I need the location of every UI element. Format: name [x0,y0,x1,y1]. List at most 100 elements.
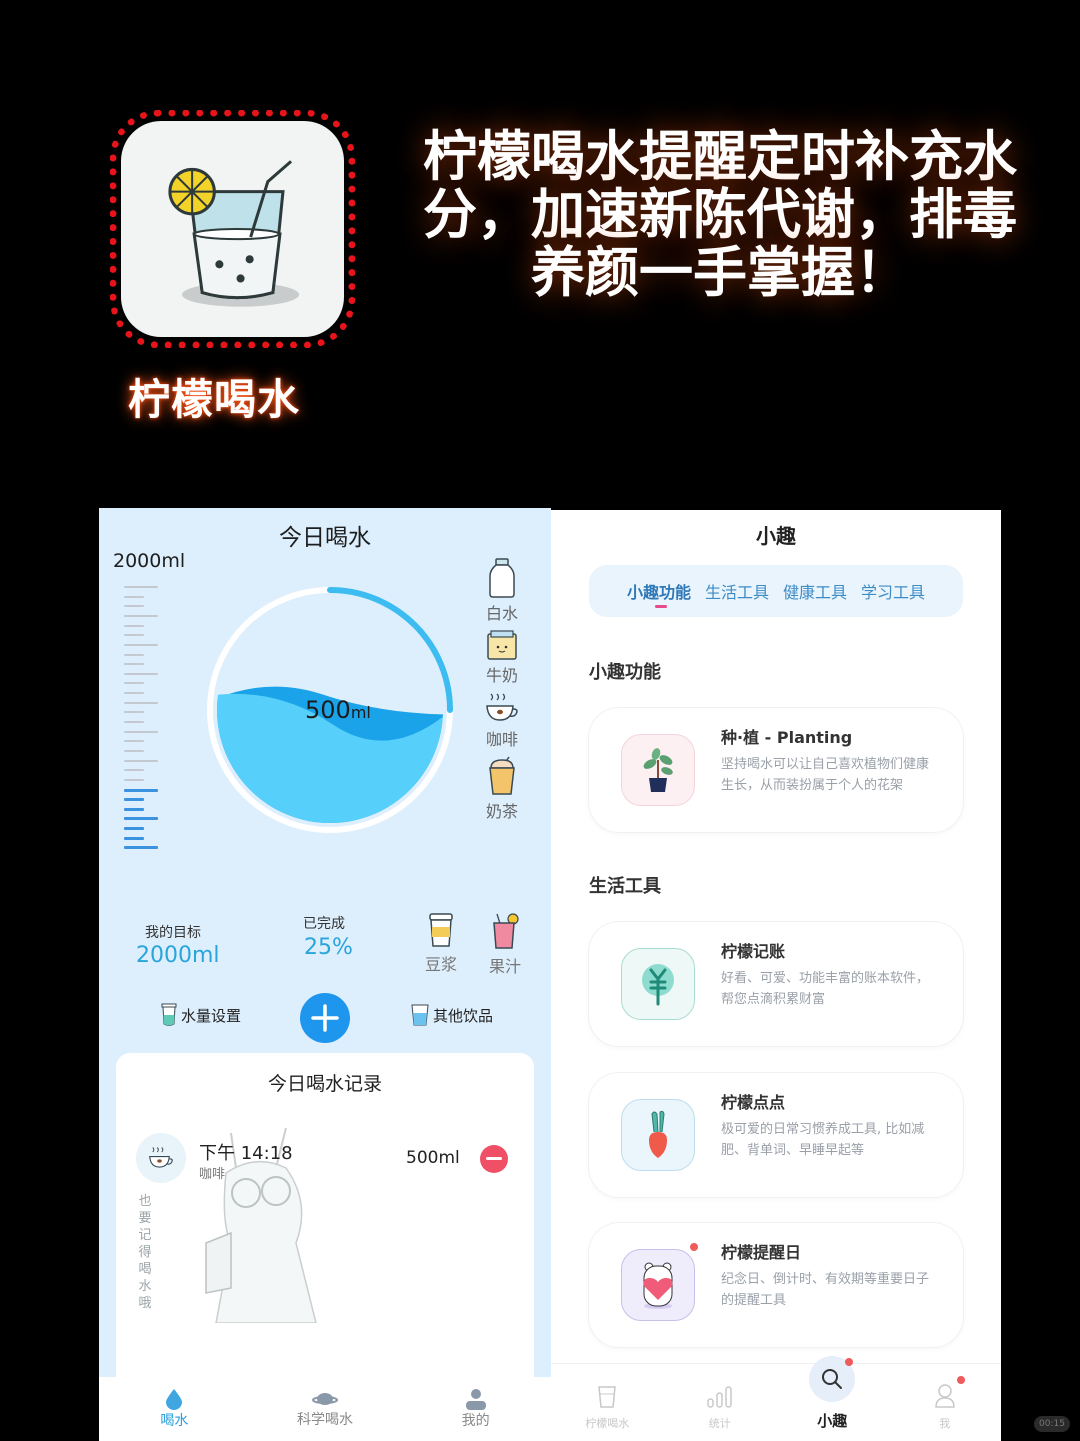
water-setting-label: 水量设置 [181,1006,242,1025]
card-thumb [621,948,695,1020]
nav-lemon-water[interactable]: 柠檬喝水 [551,1364,664,1441]
today-record-card: 今日喝水记录 下午 14:18 咖啡 500ml 也要记得喝水哦 [116,1053,534,1393]
card-planting[interactable]: 种·植 - Planting 坚持喝水可以让自己喜欢植物们健康生长，从而装扮属于… [589,708,963,832]
nav-label: 科学喝水 [297,1412,353,1428]
test-tube-icon [161,1003,177,1026]
done-label: 已完成 [303,916,345,932]
drink-type-list: 白水 牛奶 咖啡 奶茶 [477,558,527,828]
headline-line: 养颜一手掌握！ [531,241,909,304]
scale-tick [124,827,144,831]
lemonade-glass-icon [168,160,300,307]
search-bubble [809,1356,856,1402]
scale-tick [124,595,144,598]
scale-tick [124,605,144,608]
user-icon [934,1384,955,1408]
drink-juice[interactable]: 果汁 [489,913,521,977]
card-title: 柠檬记账 [721,942,786,961]
headline-line: 分，加速新陈代谢，排毒 [423,183,1017,246]
tab-health-tools[interactable]: 健康工具 [783,579,847,603]
scale-tick [124,817,158,821]
nav-mine[interactable]: 我的 [400,1377,551,1441]
scale-tick [124,788,158,792]
scale-tick [124,692,144,695]
fun-screen: 小趣 小趣功能 生活工具 健康工具 学习工具 小趣功能 种·植 - Planti… [551,510,1001,1441]
scale-tick [124,759,158,762]
scale-max-label: 2000ml [113,550,186,572]
drink-label: 豆浆 [425,955,458,974]
card-title: 柠檬点点 [721,1093,786,1112]
card-lemon-accounting[interactable]: 柠檬记账 好看、可爱、功能丰富的账本软件，帮您点滴积累财富 [589,922,963,1046]
potted-plant-icon [643,748,673,792]
record-time: 下午 14:18 [199,1143,293,1164]
bar-chart-icon [707,1386,732,1408]
scale-tick [124,643,158,646]
scale-tick [124,749,144,752]
app-icon[interactable] [121,121,344,337]
milk-carton-icon [487,630,517,660]
nav-drink-water[interactable]: 喝水 [99,1377,250,1441]
nav-label: 柠檬喝水 [585,1417,630,1430]
water-level-scale [124,586,164,856]
scale-tick [124,730,158,733]
card-lemon-dots[interactable]: 柠檬点点 极可爱的日常习惯养成工具, 比如减肥、背单词、早睡早起等 [589,1073,963,1197]
app-name: 柠檬喝水 [128,375,301,424]
nav-label: 小趣 [817,1412,848,1430]
scale-tick [124,836,144,840]
tab-life-tools[interactable]: 生活工具 [705,579,769,603]
new-badge-dot [956,1376,965,1384]
nav-science-water[interactable]: 科学喝水 [250,1377,401,1441]
today-water-screen: 今日喝水 2000ml 500ml 白水 牛奶 咖啡 奶茶 我的目标 2000m… [99,508,551,1441]
coffee-cup-icon [486,693,518,721]
other-drinks-button[interactable]: 其他饮品 [411,1003,493,1027]
card-lemon-reminder-day[interactable]: 柠檬提醒日 纪念日、倒计时、有效期等重要日子的提醒工具 [589,1223,963,1347]
scale-tick [124,614,158,617]
card-thumb [621,1249,695,1321]
scale-tick [124,846,158,850]
minus-icon [486,1157,502,1160]
nav-me[interactable]: 我 [889,1364,1002,1441]
scale-tick [124,701,158,704]
drink-coffee[interactable]: 咖啡 [477,692,527,750]
scale-tick [124,778,144,781]
headline-line: 柠檬喝水提醒定时补充水 [423,125,1017,188]
soy-milk-icon [429,913,453,947]
bear-heart-icon [643,1262,673,1309]
yuan-tree-icon [642,964,674,1006]
card-desc: 纪念日、倒计时、有效期等重要日子的提醒工具 [721,1272,930,1308]
tab-study-tools[interactable]: 学习工具 [861,579,925,603]
water-setting-button[interactable]: 水量设置 [161,1003,241,1027]
radish-icon [649,1110,667,1158]
card-desc: 好看、可爱、功能丰富的账本软件，帮您点滴积累财富 [721,971,930,1007]
headline: 柠檬喝水提醒定时补充水 分，加速新陈代谢，排毒 养颜一手掌握！ [400,128,1040,302]
add-water-button[interactable] [300,993,350,1043]
promo-page: 柠檬喝水 柠檬喝水提醒定时补充水 分，加速新陈代谢，排毒 养颜一手掌握！ 今日喝… [0,0,1080,1441]
card-title: 柠檬提醒日 [721,1243,802,1262]
milk-tea-icon [489,756,515,795]
planet-icon [312,1393,338,1405]
delete-record-button[interactable] [480,1145,508,1173]
drink-label: 奶茶 [485,802,518,821]
screen-title: 小趣 [756,524,796,548]
app-icon-frame [110,110,355,348]
goal-value[interactable]: 2000ml [136,943,220,968]
water-drop-icon [166,1389,183,1410]
drink-water[interactable]: 白水 [477,558,527,624]
reminder-text: 也要记得喝水哦 [138,1194,152,1311]
current-amount-value: 500 [305,696,351,724]
scale-tick [124,807,144,811]
screen-title: 今日喝水 [279,525,371,551]
section-title: 生活工具 [589,876,661,897]
water-bottle-icon [489,558,515,598]
current-amount: 500ml [305,696,371,724]
drink-milk-tea[interactable]: 奶茶 [477,756,527,822]
card-title: 种·植 - Planting [721,728,853,747]
scale-tick [124,798,144,802]
scale-tick [124,711,144,714]
nav-fun[interactable]: 小趣 [776,1356,889,1441]
drink-soy-milk[interactable]: 豆浆 [425,913,457,975]
drink-milk[interactable]: 牛奶 [477,630,527,686]
drink-label: 咖啡 [485,730,518,749]
nav-stats[interactable]: 统计 [664,1364,777,1441]
tab-fun-features[interactable]: 小趣功能 [627,579,691,608]
nav-label: 我的 [461,1413,490,1429]
